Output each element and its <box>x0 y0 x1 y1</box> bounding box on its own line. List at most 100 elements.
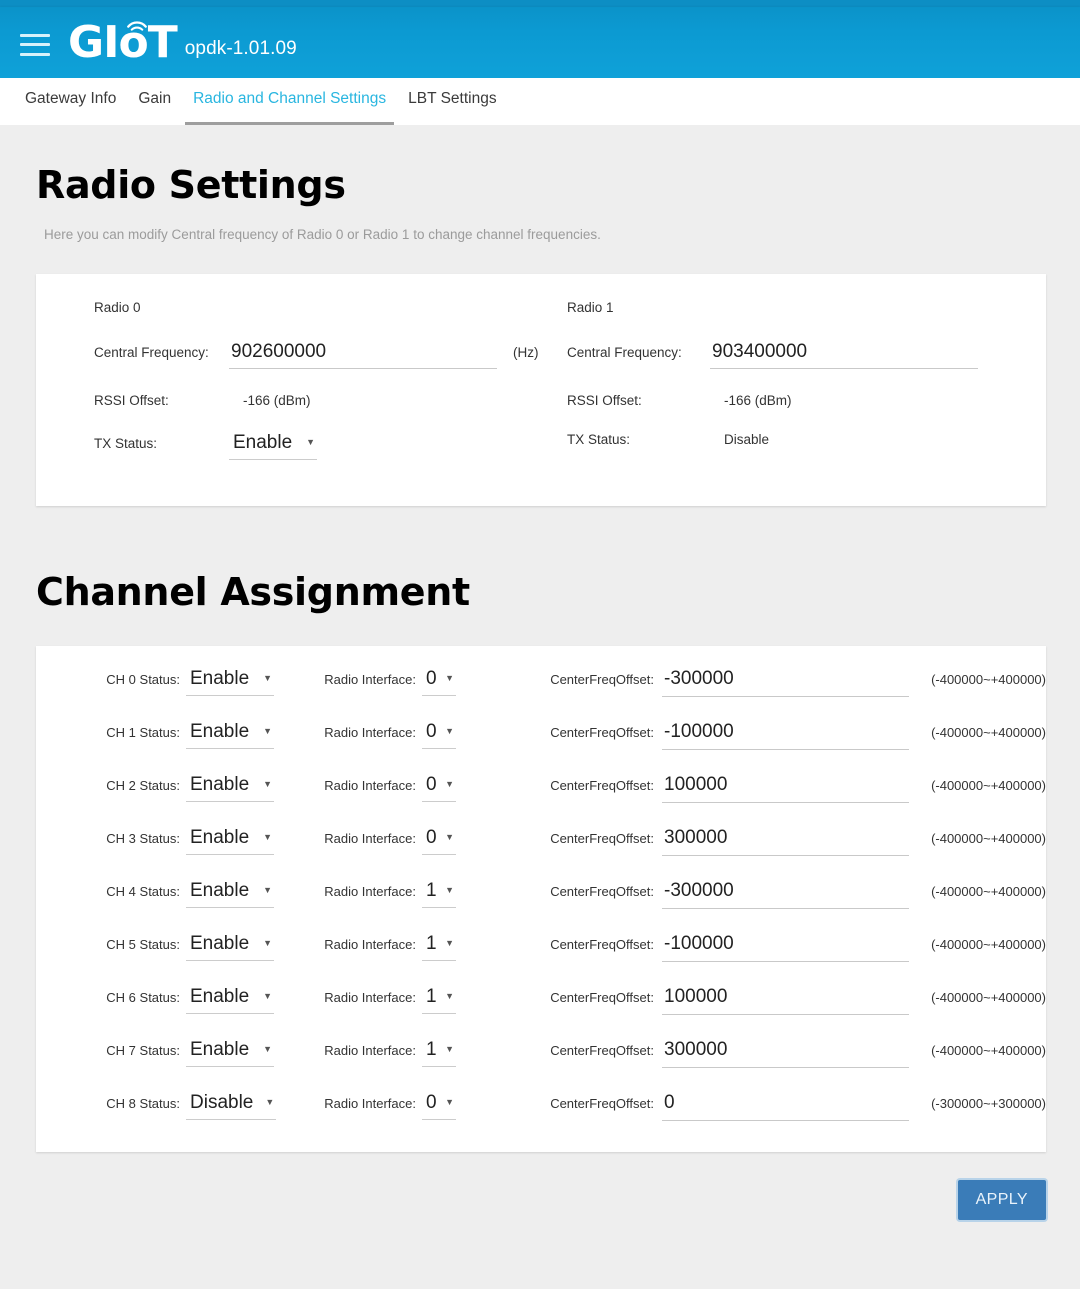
logo-text: GIoT <box>68 16 178 68</box>
radio-1-rssi-label: RSSI Offset: <box>567 393 642 408</box>
hamburger-bar <box>20 33 50 37</box>
channel-5-interface-label: Radio Interface: <box>324 937 416 952</box>
channel-4-status-select-wrap: Enable ▼ <box>186 880 274 908</box>
chevron-down-icon: ▼ <box>445 938 454 948</box>
radio-1-tx-label: TX Status: <box>567 432 631 447</box>
radio-0-panel: Radio 0 Central Frequency: (Hz) RSSI Off… <box>36 300 541 484</box>
chevron-down-icon: ▼ <box>263 938 272 948</box>
channel-1-interface-label: Radio Interface: <box>324 725 416 740</box>
channel-1-offset-range: (-400000~+400000) <box>931 725 1046 740</box>
channel-1-interface-select[interactable]: 0 ▼ <box>422 721 456 749</box>
channel-7-offset-range: (-400000~+400000) <box>931 1043 1046 1058</box>
channel-6-interface-select[interactable]: 1 ▼ <box>422 986 456 1014</box>
channel-2-status-select[interactable]: Enable ▼ <box>186 774 274 802</box>
channel-4-interface-select-wrap: 1 ▼ <box>422 880 492 908</box>
channel-1-status-select-wrap: Enable ▼ <box>186 721 274 749</box>
channel-1-interface-value: 0 <box>426 721 437 742</box>
channel-2-interface-select[interactable]: 0 ▼ <box>422 774 456 802</box>
channel-0-offset-label: CenterFreqOffset: <box>550 672 654 687</box>
hamburger-menu-icon[interactable] <box>20 33 50 56</box>
channel-8-offset-input[interactable] <box>662 1092 910 1121</box>
wifi-arc-icon <box>127 20 147 31</box>
channel-7-status-select[interactable]: Enable ▼ <box>186 1039 274 1067</box>
tab-gain[interactable]: Gain <box>127 78 182 125</box>
channel-row: CH 8 Status: Disable ▼ Radio Interface: 0 ▼ Ce… <box>36 1092 1046 1126</box>
brand[interactable]: GIoT opdk-1.01.09 <box>68 20 297 64</box>
chevron-down-icon: ▼ <box>445 673 454 683</box>
channel-1-offset-label: CenterFreqOffset: <box>550 725 654 740</box>
tab-gateway-info[interactable]: Gateway Info <box>14 78 127 125</box>
radio-0-frequency-label: Central Frequency: <box>94 345 209 360</box>
channel-1-offset-input[interactable] <box>662 721 910 750</box>
channel-5-status-label: CH 5 Status: <box>106 937 180 952</box>
channel-1-status-value: Enable <box>190 721 250 742</box>
channel-4-offset-input[interactable] <box>662 880 910 909</box>
channel-6-interface-select-wrap: 1 ▼ <box>422 986 492 1014</box>
channel-3-offset-input[interactable] <box>662 827 910 856</box>
channel-5-status-select[interactable]: Enable ▼ <box>186 933 274 961</box>
channel-6-status-select[interactable]: Enable ▼ <box>186 986 274 1014</box>
hamburger-bar <box>20 43 50 46</box>
channel-0-status-value: Enable <box>190 668 250 689</box>
apply-button[interactable]: APPLY <box>957 1180 1046 1220</box>
channel-7-offset-label: CenterFreqOffset: <box>550 1043 654 1058</box>
channel-assignment-title: Channel Assignment <box>36 570 470 614</box>
channel-8-interface-label: Radio Interface: <box>324 1096 416 1111</box>
channel-3-status-label: CH 3 Status: <box>106 831 180 846</box>
tab-lbt-settings[interactable]: LBT Settings <box>397 78 507 125</box>
channel-8-interface-value: 0 <box>426 1092 437 1113</box>
radio-0-frequency-input[interactable] <box>229 341 497 369</box>
channel-7-status-select-wrap: Enable ▼ <box>186 1039 274 1067</box>
channel-row: CH 4 Status: Enable ▼ Radio Interface: 1 ▼ Cen… <box>36 880 1046 914</box>
channel-6-status-value: Enable <box>190 986 250 1007</box>
channel-6-status-label: CH 6 Status: <box>106 990 180 1005</box>
radio-1-frequency-label: Central Frequency: <box>567 345 682 360</box>
channel-4-interface-select[interactable]: 1 ▼ <box>422 880 456 908</box>
channel-0-offset-input[interactable] <box>662 668 910 697</box>
channel-row: CH 6 Status: Enable ▼ Radio Interface: 1 ▼ Cen… <box>36 986 1046 1020</box>
giot-logo: GIoT <box>68 20 178 64</box>
channel-0-status-select[interactable]: Enable ▼ <box>186 668 274 696</box>
tab-radio-and-channel-settings[interactable]: Radio and Channel Settings <box>182 78 397 125</box>
channel-8-interface-select[interactable]: 0 ▼ <box>422 1092 456 1120</box>
channel-5-interface-select[interactable]: 1 ▼ <box>422 933 456 961</box>
app-header: GIoT opdk-1.01.09 <box>0 7 1080 78</box>
channel-0-interface-select[interactable]: 0 ▼ <box>422 668 456 696</box>
channel-8-interface-select-wrap: 0 ▼ <box>422 1092 492 1120</box>
radio-0-tx-label: TX Status: <box>94 436 158 451</box>
channel-4-status-label: CH 4 Status: <box>106 884 180 899</box>
channel-6-status-select-wrap: Enable ▼ <box>186 986 274 1014</box>
radio-0-rssi-label: RSSI Offset: <box>94 393 169 408</box>
channel-2-interface-select-wrap: 0 ▼ <box>422 774 492 802</box>
channel-7-offset-input[interactable] <box>662 1039 910 1068</box>
channel-0-interface-select-wrap: 0 ▼ <box>422 668 492 696</box>
radio-0-tx-row: TX Status: Enable ▼ <box>94 432 541 460</box>
channel-8-status-value: Disable <box>190 1092 254 1113</box>
form-footer: APPLY <box>0 1152 1080 1238</box>
radio-settings-title: Radio Settings <box>36 163 346 207</box>
channel-3-offset-label: CenterFreqOffset: <box>550 831 654 846</box>
radio-1-rssi-row: RSSI Offset: -166 (dBm) <box>567 393 1046 408</box>
channel-8-status-select-wrap: Disable ▼ <box>186 1092 277 1120</box>
hamburger-bar <box>20 52 50 56</box>
channel-row: CH 5 Status: Enable ▼ Radio Interface: 1 ▼ Cen… <box>36 933 1046 967</box>
channel-1-status-select[interactable]: Enable ▼ <box>186 721 274 749</box>
chevron-down-icon: ▼ <box>263 885 272 895</box>
channel-5-offset-input[interactable] <box>662 933 910 962</box>
channel-row: CH 1 Status: Enable ▼ Radio Interface: 0 ▼ Cen… <box>36 721 1046 755</box>
channel-2-interface-label: Radio Interface: <box>324 778 416 793</box>
main-tabbar: Gateway Info Gain Radio and Channel Sett… <box>0 78 1080 125</box>
channel-4-status-select[interactable]: Enable ▼ <box>186 880 274 908</box>
channel-6-offset-input[interactable] <box>662 986 910 1015</box>
channel-row: CH 7 Status: Enable ▼ Radio Interface: 1 ▼ Cen… <box>36 1039 1046 1073</box>
channel-row: CH 2 Status: Enable ▼ Radio Interface: 0 ▼ Cen… <box>36 774 1046 808</box>
channel-8-status-select[interactable]: Disable ▼ <box>186 1092 277 1120</box>
channel-5-interface-value: 1 <box>426 933 437 954</box>
channel-3-status-select[interactable]: Enable ▼ <box>186 827 274 855</box>
radio-1-frequency-input[interactable] <box>710 341 978 369</box>
channel-7-interface-select[interactable]: 1 ▼ <box>422 1039 456 1067</box>
channel-2-offset-input[interactable] <box>662 774 910 803</box>
radio-0-tx-status-select[interactable]: Enable ▼ <box>229 432 317 460</box>
channel-3-interface-select[interactable]: 0 ▼ <box>422 827 456 855</box>
radio-0-frequency-unit: (Hz) <box>513 345 539 360</box>
